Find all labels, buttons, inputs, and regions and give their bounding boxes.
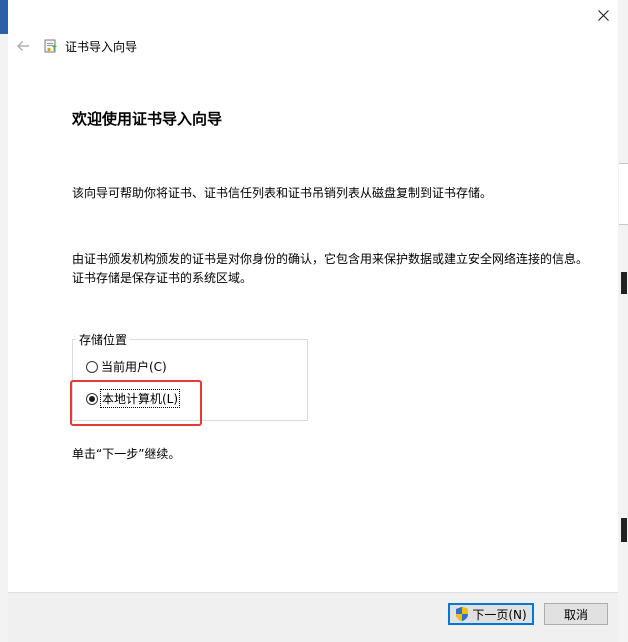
cancel-button[interactable]: 取消: [544, 603, 608, 625]
background-window-stripe: [0, 0, 8, 34]
next-button[interactable]: 下一页(N): [448, 603, 534, 625]
screen: 证书导入向导 欢迎使用证书导入向导 该向导可帮助你将证书、证书信任列表和证书吊销…: [0, 0, 628, 642]
local-machine-label: 本地计算机(L): [99, 389, 181, 408]
close-button[interactable]: [592, 4, 614, 26]
store-location-group: [72, 339, 308, 421]
store-location-legend: 存储位置: [76, 331, 131, 348]
local-machine-option[interactable]: 本地计算机(L): [86, 389, 181, 408]
next-button-label: 下一页(N): [472, 607, 527, 622]
certificate-import-wizard-dialog: 证书导入向导 欢迎使用证书导入向导 该向导可帮助你将证书、证书信任列表和证书吊销…: [8, 0, 618, 642]
local-machine-radio[interactable]: [86, 392, 98, 405]
continue-hint: 单击“下一步”继续。: [72, 447, 181, 461]
wizard-footer: 下一页(N) 取消: [8, 592, 618, 642]
background-window-glyph: [621, 518, 627, 542]
cancel-button-label: 取消: [563, 607, 588, 622]
current-user-radio[interactable]: [86, 360, 98, 373]
back-button[interactable]: [14, 37, 32, 55]
certificate-wizard-icon: [44, 39, 57, 53]
window-title: 证书导入向导: [65, 40, 138, 54]
certificate-store-description: 由证书颁发机构颁发的证书是对你身份的确认，它包含用来保护数据或建立安全网络连接的…: [72, 252, 589, 285]
wizard-header: 证书导入向导: [8, 34, 618, 60]
current-user-label: 当前用户(C): [101, 360, 167, 374]
uac-shield-icon: [456, 606, 469, 622]
background-window-right: [617, 0, 628, 642]
current-user-option[interactable]: 当前用户(C): [86, 358, 167, 375]
back-arrow-icon: [17, 41, 29, 51]
close-icon: [597, 9, 609, 21]
wizard-description: 该向导可帮助你将证书、证书信任列表和证书吊销列表从磁盘复制到证书存储。: [72, 186, 493, 200]
page-heading: 欢迎使用证书导入向导: [72, 110, 223, 128]
background-window-panel: [619, 163, 628, 225]
background-window-glyph: [621, 272, 627, 294]
